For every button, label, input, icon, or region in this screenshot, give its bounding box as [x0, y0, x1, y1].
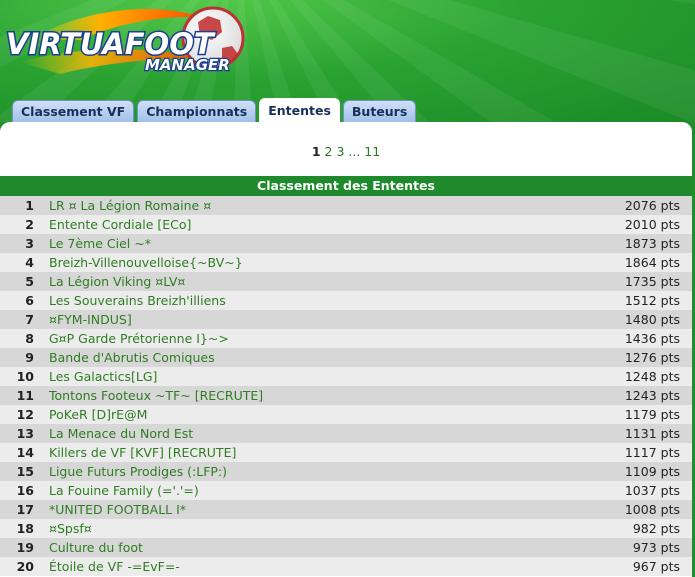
- table-row: 4 Breizh-Villenouvelloise{~BV~} 1864 pts: [0, 253, 692, 272]
- row-rank: 10: [16, 369, 34, 384]
- table-row: 12 PoKeR [D]rE@M 1179 pts: [0, 405, 692, 424]
- entente-link[interactable]: PoKeR [D]rE@M: [49, 405, 147, 424]
- entente-link[interactable]: LR ¤ La Légion Romaine ¤: [49, 196, 211, 215]
- logo-subtitle: MANAGER: [145, 56, 230, 74]
- pagination-ellipsis: ...: [348, 144, 361, 159]
- entente-link[interactable]: *UNITED FOOTBALL I*: [49, 500, 186, 519]
- row-rank: 4: [25, 255, 34, 270]
- table-row: 17 *UNITED FOOTBALL I* 1008 pts: [0, 500, 692, 519]
- table-row: 11 Tontons Footeux ~TF~ [RECRUTE] 1243 pts: [0, 386, 692, 405]
- pagination-page-2[interactable]: 2: [325, 144, 333, 159]
- table-row: 15 Ligue Futurs Prodiges (:LFP:) 1109 pts: [0, 462, 692, 481]
- pagination: 1 2 3 ... 11: [0, 144, 692, 159]
- row-points: 1864 pts: [624, 255, 680, 270]
- row-points: 1735 pts: [624, 274, 680, 289]
- entente-link[interactable]: Killers de VF [KVF] [RECRUTE]: [49, 443, 236, 462]
- entente-link[interactable]: Culture du foot: [49, 538, 143, 557]
- pagination-current: 1: [311, 144, 321, 159]
- table-row: 14 Killers de VF [KVF] [RECRUTE] 1117 pts: [0, 443, 692, 462]
- pagination-page-last[interactable]: 11: [364, 144, 380, 159]
- row-points: 1109 pts: [624, 464, 680, 479]
- row-points: 1276 pts: [624, 350, 680, 365]
- row-points: 1179 pts: [624, 407, 680, 422]
- row-points: 1117 pts: [624, 445, 680, 460]
- row-points: 2010 pts: [624, 217, 680, 232]
- row-points: 1480 pts: [624, 312, 680, 327]
- table-row: 13 La Menace du Nord Est 1131 pts: [0, 424, 692, 443]
- row-points: 2076 pts: [624, 198, 680, 213]
- row-rank: 5: [25, 274, 34, 289]
- table-row: 3 Le 7ème Ciel ~* 1873 pts: [0, 234, 692, 253]
- row-rank: 15: [16, 464, 34, 479]
- entente-link[interactable]: ¤Spsf¤: [49, 519, 92, 538]
- row-points: 973 pts: [632, 540, 680, 555]
- row-rank: 2: [25, 217, 34, 232]
- row-rank: 7: [25, 312, 34, 327]
- row-points: 1436 pts: [624, 331, 680, 346]
- row-points: 982 pts: [632, 521, 680, 536]
- row-points: 1243 pts: [624, 388, 680, 403]
- entente-link[interactable]: Les Galactics[LG]: [49, 367, 157, 386]
- entente-link[interactable]: Bande d'Abrutis Comiques: [49, 348, 215, 367]
- entente-link[interactable]: Ligue Futurs Prodiges (:LFP:): [49, 462, 227, 481]
- entente-link[interactable]: Étoile de VF -=EvF=-: [49, 557, 180, 576]
- nav-tabs: Classement VF Championnats Ententes Bute…: [12, 98, 417, 122]
- row-rank: 19: [16, 540, 34, 555]
- tab-classement-vf[interactable]: Classement VF: [12, 100, 135, 122]
- table-row: 2 Entente Cordiale [ECo] 2010 pts: [0, 215, 692, 234]
- table-row: 1 LR ¤ La Légion Romaine ¤ 2076 pts: [0, 196, 692, 215]
- row-rank: 20: [16, 559, 34, 574]
- row-rank: 17: [16, 502, 34, 517]
- row-rank: 6: [25, 293, 34, 308]
- row-points: 1131 pts: [624, 426, 680, 441]
- row-rank: 12: [16, 407, 34, 422]
- entente-link[interactable]: ¤FYM-INDUS]: [49, 310, 132, 329]
- tab-buteurs[interactable]: Buteurs: [342, 100, 417, 122]
- content-panel: 1 2 3 ... 11 Classement des Ententes 1 LR…: [0, 122, 692, 577]
- ranking-table: 1 LR ¤ La Légion Romaine ¤ 2076 pts 2 Entent…: [0, 196, 692, 576]
- entente-link[interactable]: G¤P Garde Prétorienne I}~>: [49, 329, 229, 348]
- row-rank: 9: [25, 350, 34, 365]
- entente-link[interactable]: Le 7ème Ciel ~*: [49, 234, 151, 253]
- row-rank: 11: [16, 388, 34, 403]
- tab-ententes[interactable]: Ententes: [259, 98, 340, 122]
- table-row: 6 Les Souverains Breizh'illiens 1512 pts: [0, 291, 692, 310]
- row-points: 1248 pts: [624, 369, 680, 384]
- pagination-page-3[interactable]: 3: [336, 144, 344, 159]
- table-row: 20 Étoile de VF -=EvF=- 967 pts: [0, 557, 692, 576]
- row-points: 1008 pts: [624, 502, 680, 517]
- table-row: 16 La Fouine Family (='.'=) 1037 pts: [0, 481, 692, 500]
- row-rank: 18: [16, 521, 34, 536]
- table-row: 7 ¤FYM-INDUS] 1480 pts: [0, 310, 692, 329]
- row-rank: 8: [25, 331, 34, 346]
- row-rank: 1: [25, 198, 34, 213]
- row-points: 1037 pts: [624, 483, 680, 498]
- entente-link[interactable]: Les Souverains Breizh'illiens: [49, 291, 226, 310]
- table-row: 10 Les Galactics[LG] 1248 pts: [0, 367, 692, 386]
- entente-link[interactable]: La Menace du Nord Est: [49, 424, 193, 443]
- table-row: 9 Bande d'Abrutis Comiques 1276 pts: [0, 348, 692, 367]
- table-row: 18 ¤Spsf¤ 982 pts: [0, 519, 692, 538]
- virtuafoot-logo[interactable]: VIRTUAFOOT MANAGER: [0, 0, 260, 100]
- tab-championnats[interactable]: Championnats: [137, 100, 257, 122]
- table-row: 5 La Légion Viking ¤LV¤ 1735 pts: [0, 272, 692, 291]
- row-points: 1873 pts: [624, 236, 680, 251]
- entente-link[interactable]: Tontons Footeux ~TF~ [RECRUTE]: [49, 386, 263, 405]
- entente-link[interactable]: La Légion Viking ¤LV¤: [49, 272, 185, 291]
- entente-link[interactable]: La Fouine Family (='.'=): [49, 481, 199, 500]
- row-rank: 14: [16, 445, 34, 460]
- table-title: Classement des Ententes: [0, 176, 692, 196]
- site-header: VIRTUAFOOT MANAGER Classement VF Champio…: [0, 0, 695, 122]
- row-rank: 3: [25, 236, 34, 251]
- row-points: 1512 pts: [624, 293, 680, 308]
- entente-link[interactable]: Breizh-Villenouvelloise{~BV~}: [49, 253, 243, 272]
- row-rank: 16: [16, 483, 34, 498]
- entente-link[interactable]: Entente Cordiale [ECo]: [49, 215, 191, 234]
- table-row: 19 Culture du foot 973 pts: [0, 538, 692, 557]
- row-rank: 13: [16, 426, 34, 441]
- row-points: 967 pts: [632, 559, 680, 574]
- table-row: 8 G¤P Garde Prétorienne I}~> 1436 pts: [0, 329, 692, 348]
